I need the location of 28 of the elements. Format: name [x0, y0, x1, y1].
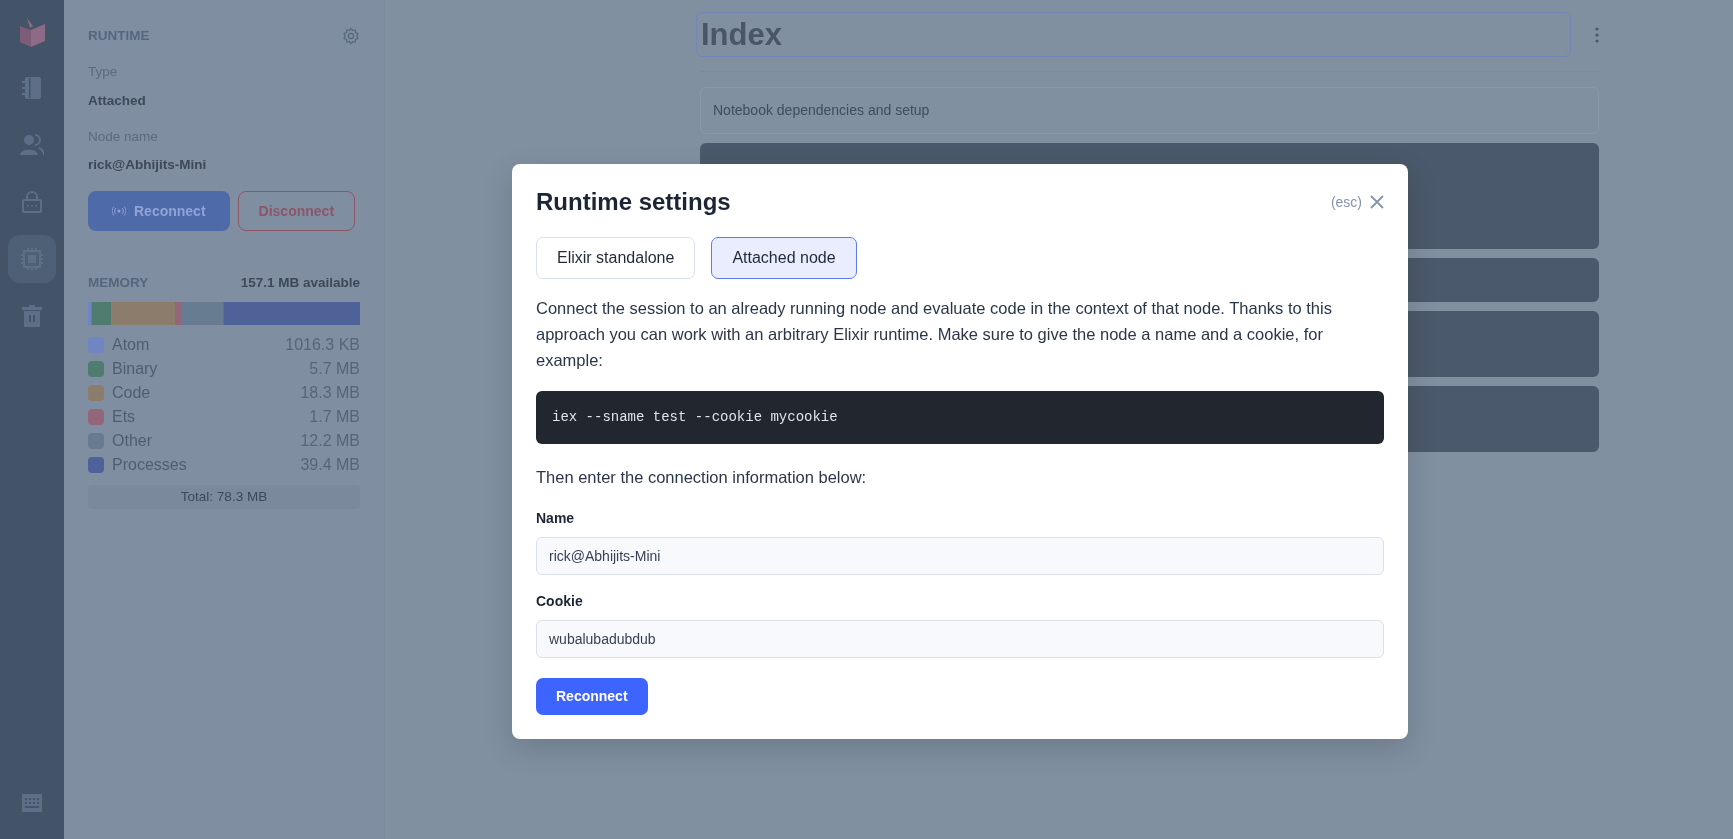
text-input[interactable]: rick@Abhijits-Mini	[536, 536, 1384, 575]
text-input[interactable]: wubalubadubdub	[536, 619, 1384, 658]
settings-icon[interactable]	[342, 27, 360, 46]
more-menu-icon[interactable]	[1595, 26, 1599, 43]
memory-total: Total: 78.3 MB	[88, 484, 360, 509]
field-value: Attached	[88, 91, 147, 110]
sidebar-button[interactable]	[8, 235, 56, 283]
close-icon[interactable]	[1370, 195, 1384, 210]
trash-icon	[22, 305, 42, 327]
field-label: Cookie	[536, 591, 584, 611]
dialog-title: Runtime settings	[536, 188, 731, 217]
field-label: Name	[536, 508, 576, 528]
runtime-tab[interactable]: Elixir standalone	[536, 236, 696, 279]
runtime-tab[interactable]: Attached node	[711, 236, 857, 279]
book-logo-icon	[17, 16, 47, 48]
esc-hint: (esc)	[1330, 192, 1362, 212]
description-text: Connect the session to an already running node and evaluate code in the context of that node. Thanks to this approach you can work with an arbitrary Elixir runtime. Make sure to give the node a name and a cookie, for example:	[536, 297, 1333, 371]
notebook-icon	[21, 76, 43, 100]
reconnect-button[interactable]: Reconnect	[536, 677, 648, 715]
instruction-text: Then enter the connection information below:	[536, 466, 868, 488]
command-code-block: iex --sname test --cookie mycookie	[536, 390, 1384, 444]
lock-icon	[22, 191, 42, 213]
users-icon	[20, 134, 44, 156]
field-value: rick@Abhijits-Mini	[88, 156, 208, 174]
signal-icon	[112, 206, 126, 217]
keyboard-icon	[22, 794, 42, 812]
setup-section-header[interactable]: Notebook dependencies and setup	[700, 87, 1599, 134]
memory-available: 157.1 MB available	[240, 274, 360, 293]
